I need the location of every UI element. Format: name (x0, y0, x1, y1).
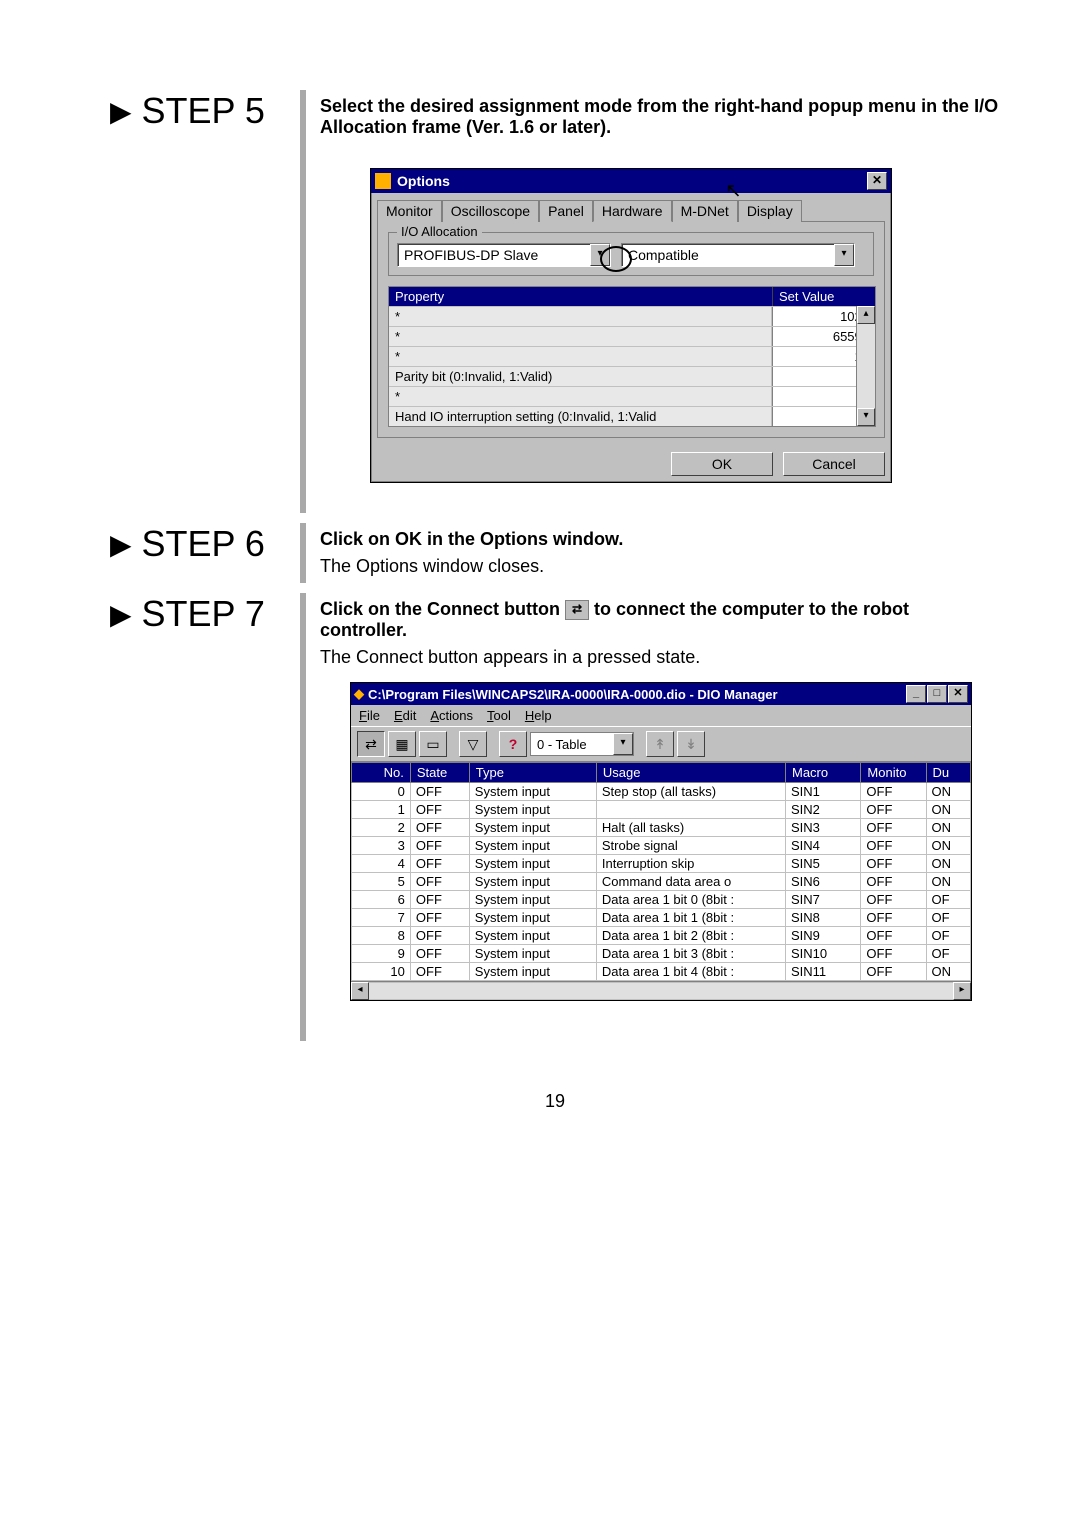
table-row[interactable]: 1OFFSystem inputSIN2OFFON (352, 801, 971, 819)
property-row[interactable]: Hand IO interruption setting (0:Invalid,… (389, 406, 875, 426)
scroll-down-icon[interactable]: ▾ (857, 408, 875, 426)
dio-manager-window: ◆ C:\Program Files\WINCAPS2\IRA-0000\IRA… (350, 682, 972, 1001)
menu-tool[interactable]: Tool (487, 708, 511, 723)
table-row[interactable]: 0OFFSystem inputStep stop (all tasks)SIN… (352, 783, 971, 801)
close-icon[interactable]: ✕ (867, 172, 887, 190)
property-row[interactable]: *65599 (389, 326, 875, 346)
step-6-body: The Options window closes. (320, 556, 1000, 577)
step-5-text: STEP 5 (142, 90, 265, 132)
tool-btn-up[interactable]: ↟ (646, 731, 674, 757)
table-combo[interactable]: 0 - Table ▾ (530, 732, 634, 756)
io-allocation-legend: I/O Allocation (397, 224, 482, 239)
step-5-label: ▶ STEP 5 (110, 90, 300, 132)
minimize-icon[interactable]: _ (906, 685, 926, 703)
toolbar: ⇄ ▦ ▭ ▽ ? 0 - Table ▾ ↟ ↡ (351, 726, 971, 762)
step-5-heading: Select the desired assignment mode from … (320, 96, 998, 137)
table-row[interactable]: 4OFFSystem inputInterruption skipSIN5OFF… (352, 855, 971, 873)
triangle-icon: ▶ (110, 528, 132, 561)
tool-btn-filter[interactable]: ▽ (459, 731, 487, 757)
step-7-label: ▶ STEP 7 (110, 593, 300, 635)
tab-mdnet[interactable]: M-DNet (672, 200, 738, 222)
col-type: Type (469, 763, 596, 783)
property-row[interactable]: *16 (389, 346, 875, 366)
compat-dropdown[interactable]: Compatible ▾ (621, 243, 855, 267)
col-monito: Monito (861, 763, 926, 783)
table-row[interactable]: 3OFFSystem inputStrobe signalSIN4OFFON (352, 837, 971, 855)
col-du: Du (926, 763, 971, 783)
col-property: Property (389, 287, 773, 306)
connect-button[interactable]: ⇄ (357, 731, 385, 757)
property-table: Property Set Value *1024*65599*16Parity … (388, 286, 876, 427)
io-grid: No. State Type Usage Macro Monito Du 0OF… (351, 762, 971, 981)
tab-hardware[interactable]: Hardware (593, 200, 672, 222)
property-row[interactable]: *1 (389, 386, 875, 406)
table-row[interactable]: 10OFFSystem inputData area 1 bit 4 (8bit… (352, 963, 971, 981)
step-7-body: The Connect button appears in a pressed … (320, 647, 1000, 668)
options-window-icon (375, 173, 391, 189)
menu-file[interactable]: File (359, 708, 380, 723)
tool-btn-help[interactable]: ? (499, 731, 527, 757)
tool-btn-down[interactable]: ↡ (677, 731, 705, 757)
tool-btn-2[interactable]: ▦ (388, 731, 416, 757)
table-row[interactable]: 2OFFSystem inputHalt (all tasks)SIN3OFFO… (352, 819, 971, 837)
dio-title-bar: ◆ C:\Program Files\WINCAPS2\IRA-0000\IRA… (351, 683, 971, 705)
table-row[interactable]: 8OFFSystem inputData area 1 bit 2 (8bit … (352, 927, 971, 945)
menu-bar: File Edit Actions Tool Help (351, 705, 971, 726)
dio-title: C:\Program Files\WINCAPS2\IRA-0000\IRA-0… (368, 687, 778, 702)
options-title-bar: Options ✕ (371, 169, 891, 193)
options-title: Options (397, 173, 450, 189)
menu-help[interactable]: Help (525, 708, 552, 723)
property-row[interactable]: Parity bit (0:Invalid, 1:Valid)1 (389, 366, 875, 386)
col-setvalue: Set Value (773, 287, 875, 306)
page-number: 19 (110, 1091, 1000, 1112)
scroll-up-icon[interactable]: ▴ (857, 306, 875, 324)
triangle-icon: ▶ (110, 95, 132, 128)
table-row[interactable]: 5OFFSystem inputCommand data area oSIN6O… (352, 873, 971, 891)
table-row[interactable]: 9OFFSystem inputData area 1 bit 3 (8bit … (352, 945, 971, 963)
scroll-left-icon[interactable]: ◂ (351, 982, 369, 1000)
connect-icon: ⇄ (565, 600, 589, 620)
chevron-down-icon[interactable]: ▾ (613, 733, 633, 755)
step-5: ▶ STEP 5 Select the desired assignment m… (110, 90, 1000, 513)
tab-panel[interactable]: Panel (539, 200, 593, 222)
col-usage: Usage (596, 763, 785, 783)
step-7: ▶ STEP 7 Click on the Connect button ⇄ t… (110, 593, 1000, 1041)
table-row[interactable]: 7OFFSystem inputData area 1 bit 1 (8bit … (352, 909, 971, 927)
triangle-icon: ▶ (110, 598, 132, 631)
menu-edit[interactable]: Edit (394, 708, 416, 723)
step-6-label: ▶ STEP 6 (110, 523, 300, 565)
menu-actions[interactable]: Actions (430, 708, 473, 723)
chevron-down-icon[interactable]: ▾ (590, 244, 610, 266)
col-macro: Macro (785, 763, 860, 783)
tab-oscilloscope[interactable]: Oscilloscope (442, 200, 539, 222)
chevron-down-icon[interactable]: ▾ (834, 244, 854, 266)
close-icon[interactable]: ✕ (948, 685, 968, 703)
cancel-button[interactable]: Cancel (783, 452, 885, 476)
table-row[interactable]: 6OFFSystem inputData area 1 bit 0 (8bit … (352, 891, 971, 909)
options-tabs: Monitor Oscilloscope Panel Hardware M-DN… (371, 193, 891, 221)
options-dialog: Options ✕ Monitor Oscilloscope Panel Har… (370, 168, 892, 483)
tab-monitor[interactable]: Monitor (377, 200, 442, 222)
step-6: ▶ STEP 6 Click on OK in the Options wind… (110, 523, 1000, 583)
col-state: State (410, 763, 469, 783)
tool-btn-3[interactable]: ▭ (419, 731, 447, 757)
maximize-icon[interactable]: □ (927, 685, 947, 703)
tab-display[interactable]: Display (738, 200, 802, 222)
step-6-heading: Click on OK in the Options window. (320, 529, 623, 549)
property-row[interactable]: *1024 (389, 306, 875, 326)
scroll-right-icon[interactable]: ▸ (953, 982, 971, 1000)
step-7-heading-a: Click on the Connect button (320, 599, 565, 619)
col-no: No. (352, 763, 411, 783)
app-icon: ◆ (354, 686, 364, 702)
allocation-dropdown[interactable]: PROFIBUS-DP Slave ▾ (397, 243, 611, 267)
ok-button[interactable]: OK (671, 452, 773, 476)
vertical-scrollbar[interactable]: ▴ ▾ (856, 306, 875, 426)
horizontal-scrollbar[interactable]: ◂ ▸ (351, 981, 971, 1000)
io-allocation-group: I/O Allocation PROFIBUS-DP Slave ▾ Compa… (388, 232, 874, 276)
